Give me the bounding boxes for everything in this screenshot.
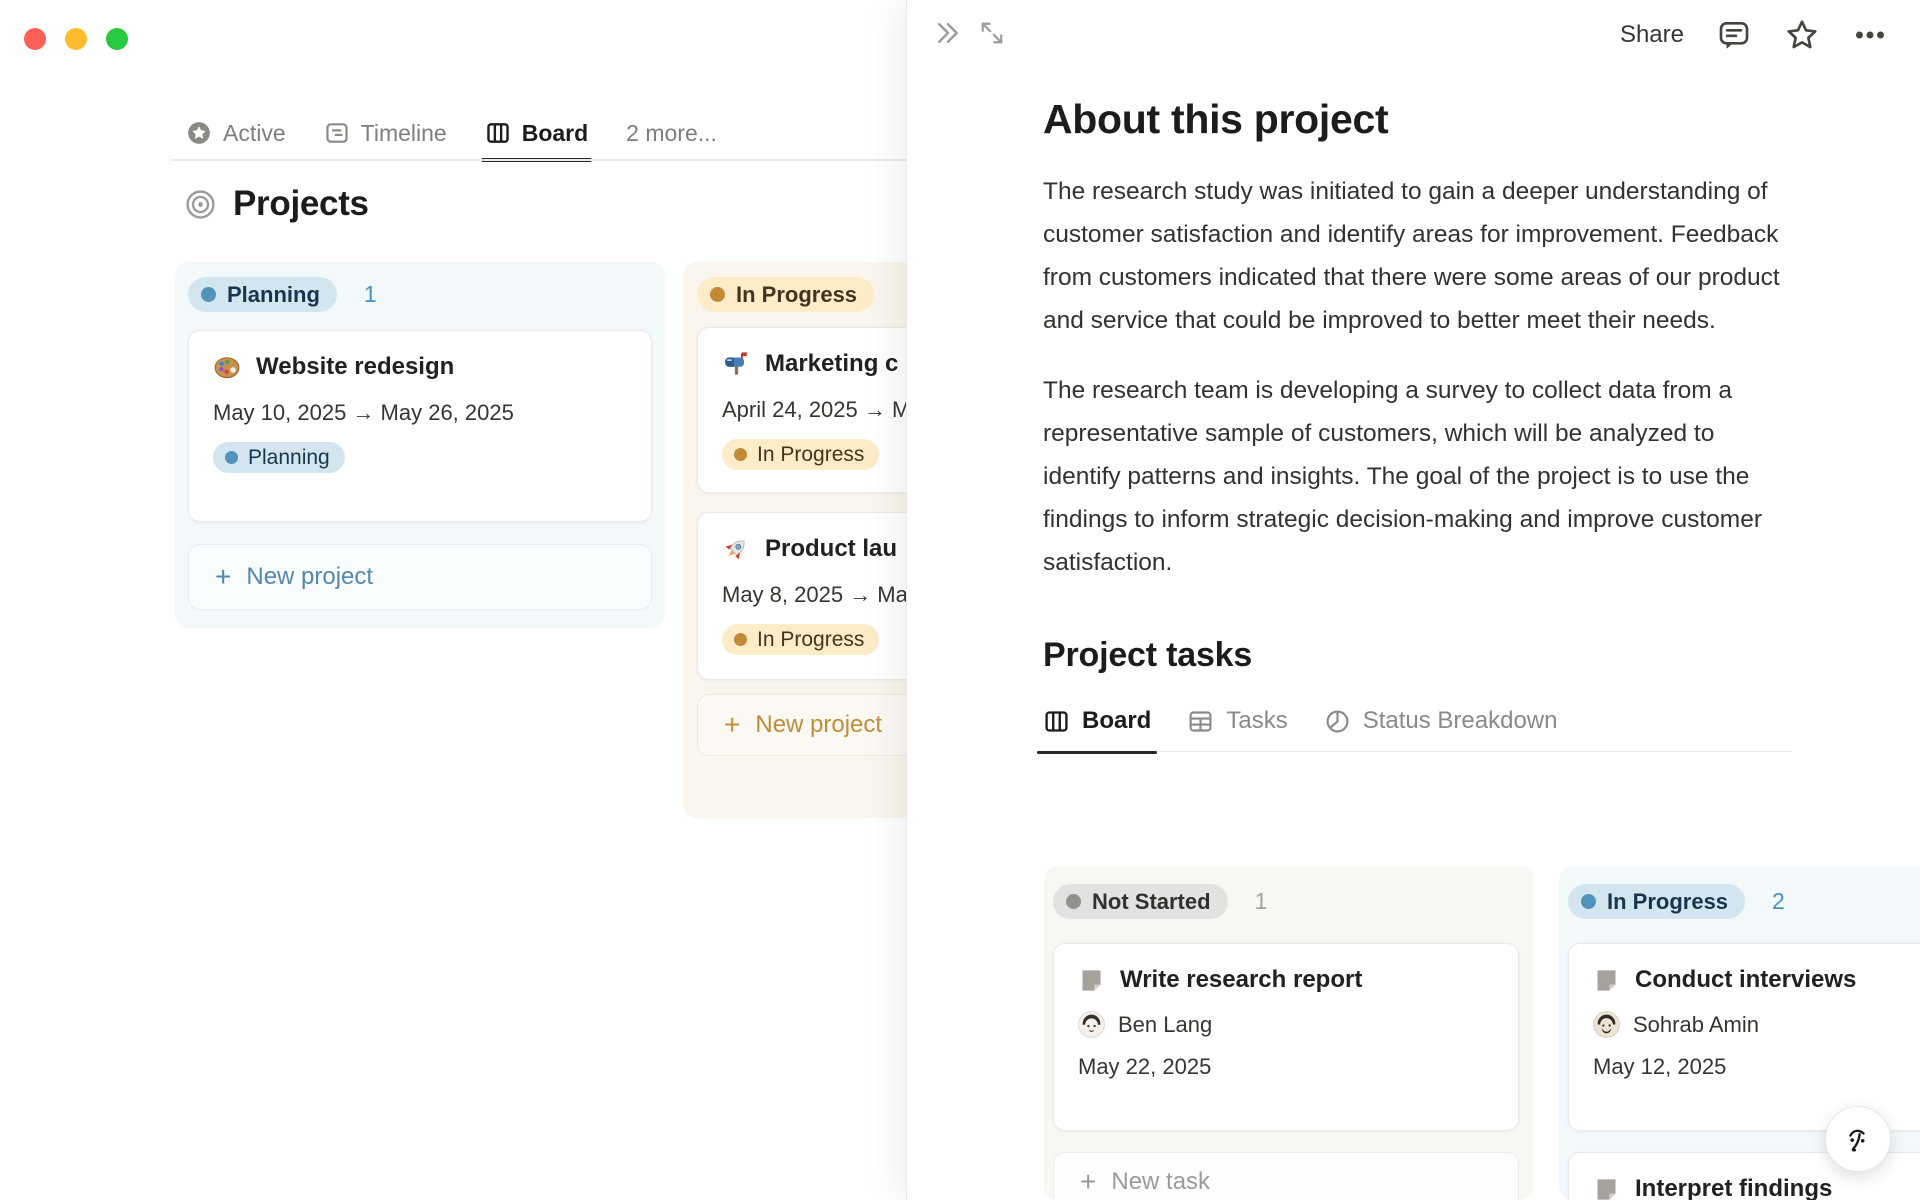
expand-icon — [977, 18, 1007, 48]
status-badge-in-progress[interactable]: In Progress — [697, 277, 875, 312]
card-title: Write research report — [1120, 966, 1363, 993]
page-title: Projects — [233, 184, 369, 223]
status-badge-not-started[interactable]: Not Started — [1053, 884, 1228, 919]
plus-icon: + — [724, 709, 741, 740]
status-dot — [1581, 894, 1596, 909]
board-icon — [485, 120, 511, 146]
status-dot — [225, 451, 238, 464]
star-badge-icon — [186, 120, 212, 146]
page-title-row: Projects — [185, 184, 369, 224]
tab-tasks-table[interactable]: Tasks — [1187, 707, 1288, 735]
column-count: 2 — [1772, 888, 1785, 914]
card-status-tag: In Progress — [722, 439, 880, 470]
status-dot — [734, 633, 747, 646]
new-task-button[interactable]: + New task — [1053, 1152, 1519, 1200]
more-options-button[interactable] — [1852, 17, 1888, 53]
card-date: May 12, 2025 — [1593, 1054, 1727, 1079]
about-paragraph-2: The research team is developing a survey… — [1043, 377, 1762, 576]
column-planning-header: Planning 1 — [188, 277, 377, 312]
page-icon — [1593, 967, 1620, 994]
card-title: Marketing c — [765, 350, 899, 377]
tab-label: 2 more... — [626, 119, 717, 146]
palette-icon — [213, 353, 241, 381]
expand-page-button[interactable] — [973, 14, 1011, 52]
timeline-icon — [324, 120, 350, 146]
card-status-tag: In Progress — [722, 624, 880, 655]
table-icon — [1187, 708, 1214, 735]
panel-content: About this project The research study wa… — [1036, 0, 1791, 754]
project-card-website-redesign[interactable]: Website redesign May 10, 2025 → May 26, … — [188, 330, 652, 522]
task-column-in-progress-header: In Progress 2 — [1568, 884, 1785, 919]
tasks-view-tab-bar: Board Tasks Status Breakdown — [1036, 707, 1791, 754]
tab-label: Active — [223, 119, 286, 146]
new-project-button[interactable]: + New project — [188, 544, 652, 610]
about-paragraph-1: The research study was initiated to gain… — [1043, 178, 1780, 334]
view-tab-bar: Active Timeline Board 2 more... — [186, 112, 717, 162]
pie-chart-icon — [1324, 708, 1351, 735]
status-badge-in-progress[interactable]: In Progress — [1568, 884, 1746, 919]
double-chevron-right-icon — [933, 18, 963, 48]
column-in-progress-header: In Progress — [697, 277, 875, 312]
card-assignee: Ben Lang — [1078, 1011, 1494, 1038]
column-count: 1 — [363, 281, 377, 307]
notion-ai-button[interactable] — [1825, 1106, 1891, 1172]
tab-board[interactable]: Board — [480, 119, 593, 162]
close-button[interactable] — [24, 28, 46, 50]
section-heading-about: About this project — [1043, 96, 1389, 142]
target-icon — [185, 189, 216, 220]
task-card-conduct-interviews[interactable]: Conduct interviews Sohrab Amin May 12, 2… — [1568, 943, 1920, 1131]
avatar — [1078, 1011, 1105, 1038]
notion-window: Active Timeline Board 2 more... Projects… — [0, 0, 1920, 1200]
card-assignee: Sohrab Amin — [1593, 1011, 1920, 1038]
section-heading-tasks: Project tasks — [1043, 636, 1253, 674]
status-dot — [1066, 894, 1081, 909]
plus-icon: + — [1080, 1166, 1097, 1197]
tab-status-breakdown[interactable]: Status Breakdown — [1324, 707, 1557, 735]
plus-icon: + — [215, 561, 232, 592]
status-badge-planning[interactable]: Planning — [188, 277, 337, 312]
avatar — [1593, 1011, 1620, 1038]
card-title: Conduct interviews — [1635, 966, 1857, 993]
task-card-write-research-report[interactable]: Write research report Ben Lang May 22, 2… — [1053, 943, 1519, 1131]
close-side-peek-button[interactable] — [929, 14, 967, 52]
tab-active[interactable]: Active — [186, 120, 286, 147]
tab-timeline[interactable]: Timeline — [324, 120, 447, 147]
side-peek-panel: Share About this project The research st… — [906, 0, 1920, 1200]
card-title: Interpret findings — [1635, 1175, 1833, 1200]
ai-face-icon — [1840, 1121, 1876, 1157]
status-dot — [201, 287, 216, 302]
board-icon — [1043, 708, 1070, 735]
window-controls — [24, 28, 128, 50]
page-icon — [1593, 1176, 1620, 1200]
task-column-not-started-header: Not Started 1 — [1053, 884, 1267, 919]
zoom-button[interactable] — [106, 28, 128, 50]
card-date: May 22, 2025 — [1078, 1054, 1212, 1079]
page-icon — [1078, 967, 1105, 994]
status-dot — [710, 287, 725, 302]
tab-label: Board — [521, 119, 589, 146]
tab-label: Timeline — [360, 119, 447, 146]
status-dot — [734, 448, 747, 461]
card-title: Website redesign — [256, 353, 455, 380]
card-date-range: May 10, 2025 → May 26, 2025 — [213, 400, 514, 425]
tab-divider — [170, 159, 906, 161]
rocket-icon — [722, 535, 750, 563]
tab-more-views[interactable]: 2 more... — [626, 120, 717, 147]
mailbox-icon — [722, 350, 750, 378]
card-title: Product lau — [765, 535, 898, 562]
minimize-button[interactable] — [65, 28, 87, 50]
tab-tasks-board[interactable]: Board — [1036, 707, 1158, 754]
card-status-tag: Planning — [213, 442, 345, 473]
column-count: 1 — [1254, 888, 1268, 914]
